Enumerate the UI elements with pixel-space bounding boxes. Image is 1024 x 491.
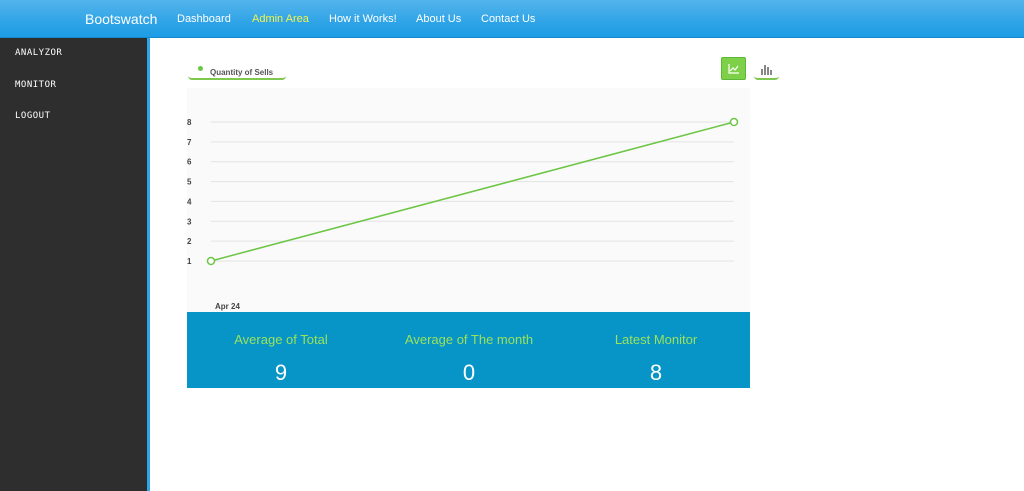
stat-label-average-month: Average of The month bbox=[404, 332, 534, 347]
data-point bbox=[206, 256, 216, 266]
top-navbar: Bootswatch Dashboard Admin Area How it W… bbox=[0, 0, 1024, 38]
legend-label: Quantity of Sells bbox=[210, 68, 274, 77]
y-tick-label: 7 bbox=[187, 138, 192, 147]
chart-legend[interactable]: Quantity of Sells bbox=[188, 64, 286, 80]
stat-value-average-total: 9 bbox=[274, 360, 288, 385]
line-chart-button[interactable] bbox=[721, 57, 746, 80]
sidebar: ANALYZOR MONITOR LOGOUT bbox=[0, 38, 150, 491]
y-tick-label: 2 bbox=[187, 237, 192, 246]
sidebar-item-analyzor[interactable]: ANALYZOR bbox=[15, 48, 62, 58]
chart-area: 1 2 3 4 5 6 7 8 Apr 24 bbox=[187, 88, 750, 312]
nav-link-how-it-works[interactable]: How it Works! bbox=[329, 0, 397, 38]
bar-chart-icon bbox=[761, 65, 772, 75]
nav-link-contact-us[interactable]: Contact Us bbox=[481, 0, 535, 38]
nav-link-admin-area[interactable]: Admin Area bbox=[252, 0, 309, 38]
bar-chart-button[interactable] bbox=[754, 60, 779, 80]
y-tick-label: 1 bbox=[187, 257, 192, 266]
stat-value-average-month: 0 bbox=[462, 360, 476, 385]
stat-value-latest-monitor: 8 bbox=[649, 360, 663, 385]
stat-label-average-total: Average of Total bbox=[234, 332, 328, 347]
nav-link-about-us[interactable]: About Us bbox=[416, 0, 461, 38]
sidebar-item-monitor[interactable]: MONITOR bbox=[15, 80, 56, 90]
sidebar-item-logout[interactable]: LOGOUT bbox=[15, 111, 51, 121]
x-tick-label: Apr 24 bbox=[215, 302, 240, 311]
series-line bbox=[210, 121, 735, 262]
y-tick-label: 6 bbox=[187, 158, 192, 167]
data-point bbox=[729, 117, 739, 127]
legend-dot-icon bbox=[198, 66, 203, 71]
brand-link[interactable]: Bootswatch bbox=[85, 0, 157, 38]
y-tick-label: 5 bbox=[187, 178, 192, 187]
y-tick-label: 4 bbox=[187, 197, 192, 206]
stat-label-latest-monitor: Latest Monitor bbox=[614, 332, 698, 347]
line-chart-icon bbox=[728, 64, 739, 74]
y-tick-label: 8 bbox=[187, 118, 192, 127]
stats-panel: Average of Total 9 Average of The month … bbox=[187, 312, 750, 388]
y-tick-label: 3 bbox=[187, 217, 192, 226]
line-chart: 1 2 3 4 5 6 7 8 Apr 24 bbox=[187, 117, 739, 311]
nav-link-dashboard[interactable]: Dashboard bbox=[177, 0, 231, 38]
